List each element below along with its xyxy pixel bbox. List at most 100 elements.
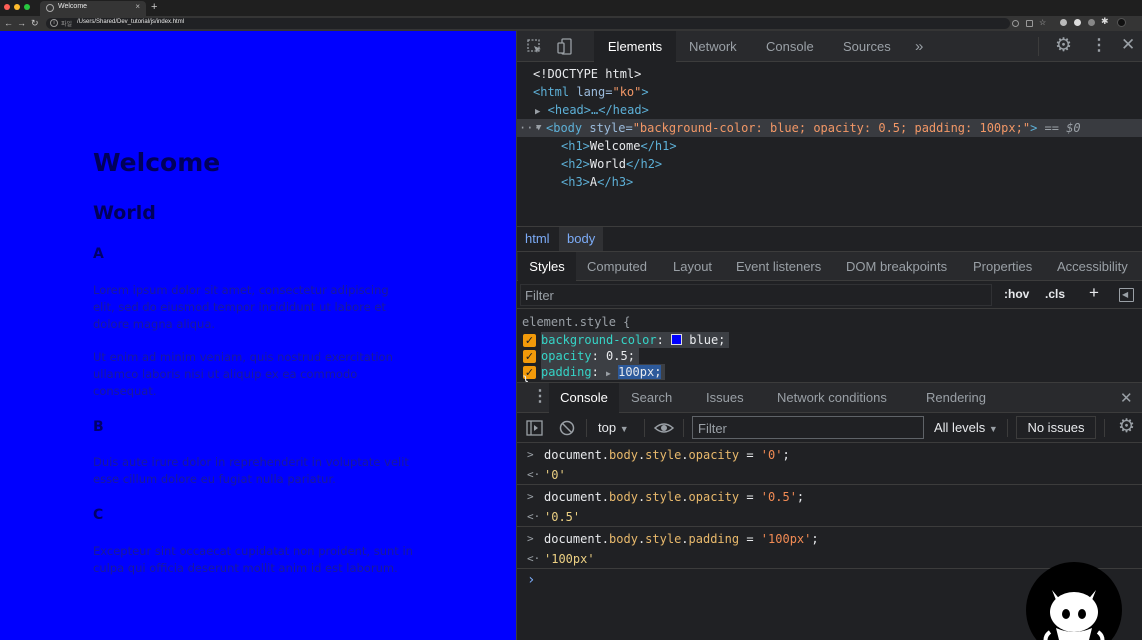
info-icon[interactable]: i: [50, 19, 58, 27]
zoom-icon[interactable]: [1012, 20, 1019, 27]
dom-node-doctype[interactable]: <!DOCTYPE html>: [533, 65, 1142, 83]
clear-console-icon[interactable]: [559, 420, 575, 436]
toggle-sidebar-icon[interactable]: ◀: [1119, 288, 1134, 302]
more-tabs-icon[interactable]: »: [915, 31, 923, 62]
drawer-tab-network-conditions[interactable]: Network conditions: [777, 383, 887, 413]
drawer-tab-search[interactable]: Search: [631, 383, 672, 413]
tab-sources[interactable]: Sources: [843, 31, 891, 62]
property-checkbox[interactable]: ✓: [523, 334, 536, 347]
log-levels-dropdown[interactable]: All levels ▼: [934, 420, 998, 435]
device-toolbar-icon[interactable]: [557, 38, 573, 55]
h2-text: World: [589, 157, 627, 171]
tab-network[interactable]: Network: [689, 31, 737, 62]
tab-event-listeners[interactable]: Event listeners: [736, 252, 821, 281]
tab-console[interactable]: Console: [766, 31, 814, 62]
puzzle-icon[interactable]: ✱: [1101, 16, 1109, 27]
eye-icon[interactable]: [654, 421, 674, 435]
minimize-window-button[interactable]: [14, 4, 20, 10]
url-scheme-label: 파일: [61, 22, 73, 28]
dom-node-html[interactable]: <html lang="ko">: [533, 83, 1142, 101]
input-prompt-icon: >: [527, 532, 534, 545]
code-object: document.: [544, 490, 610, 504]
console-input-row[interactable]: > document.body.style.opacity = '0.5';: [517, 487, 1142, 507]
close-window-button[interactable]: [4, 4, 10, 10]
extension-icon[interactable]: [1060, 19, 1067, 26]
new-rule-button[interactable]: +: [1089, 283, 1099, 303]
property-checkbox[interactable]: ✓: [523, 350, 536, 363]
code-property: style: [645, 532, 682, 546]
tab-properties[interactable]: Properties: [973, 252, 1032, 281]
browser-tab[interactable]: Welcome ×: [40, 1, 146, 16]
gear-icon[interactable]: ⚙: [1055, 34, 1072, 57]
code-object: document.: [544, 532, 610, 546]
styles-filter-placeholder: Filter: [525, 288, 554, 303]
tab-elements[interactable]: Elements: [594, 31, 676, 62]
console-filter-input[interactable]: Filter: [692, 416, 924, 439]
property-name: opacity: [541, 349, 592, 363]
code-operator: =: [739, 448, 761, 462]
h1-text: Welcome: [589, 139, 641, 153]
html-tag-end: >: [641, 85, 649, 99]
dom-node-h2[interactable]: <h2>World</h2>: [561, 155, 1142, 173]
tab-dom-breakpoints[interactable]: DOM breakpoints: [846, 252, 947, 281]
tab-layout[interactable]: Layout: [673, 252, 712, 281]
close-drawer-icon[interactable]: ✕: [1120, 389, 1133, 407]
html-attr-name: lang=: [569, 85, 613, 99]
property-value[interactable]: 100px;: [618, 365, 662, 379]
doctype-text: <!DOCTYPE html>: [533, 67, 642, 81]
code-object: document.: [544, 448, 610, 462]
drawer-tab-console[interactable]: Console: [549, 383, 619, 413]
devtools-main-toolbar: Elements Network Console Sources » ⚙ ⋮ ✕: [517, 31, 1142, 62]
tab-accessibility[interactable]: Accessibility: [1057, 252, 1128, 281]
dom-node-h3[interactable]: <h3>A</h3>: [561, 173, 1142, 191]
console-input-row[interactable]: > document.body.style.padding = '100px';: [517, 529, 1142, 549]
console-sidebar-icon[interactable]: [526, 420, 543, 436]
url-input[interactable]: i 파일 /Users/Shared/Dev_tutorial/js/index…: [46, 18, 1046, 29]
zoom-window-button[interactable]: [24, 4, 30, 10]
color-swatch[interactable]: [671, 334, 683, 345]
tab-styles[interactable]: Styles: [518, 252, 576, 281]
chevron-down-icon: ▼: [619, 424, 629, 434]
breadcrumb-body[interactable]: body: [559, 227, 604, 251]
drawer-menu-icon[interactable]: ⋮: [532, 386, 548, 406]
new-tab-button[interactable]: +: [151, 1, 157, 13]
dom-node-body-selected[interactable]: ··· ▼ <body style="background-color: blu…: [517, 119, 1142, 137]
styles-filter-input[interactable]: Filter: [520, 284, 992, 306]
console-toolbar: top ▼ Filter All levels ▼ No issues ⚙: [517, 413, 1142, 443]
reload-button[interactable]: ↻: [31, 17, 39, 29]
class-toggle[interactable]: .cls: [1045, 287, 1065, 301]
expand-shorthand-icon[interactable]: ▶: [606, 369, 611, 378]
drawer-tab-rendering[interactable]: Rendering: [926, 383, 986, 413]
profile-avatar[interactable]: [1117, 18, 1126, 27]
close-tab-icon[interactable]: ×: [135, 2, 140, 11]
issues-button[interactable]: No issues: [1016, 416, 1096, 439]
code-property: opacity: [688, 490, 740, 504]
share-icon[interactable]: [1026, 20, 1033, 27]
bookmark-star-icon[interactable]: ☆: [1039, 18, 1046, 27]
page-heading-a: A: [93, 246, 104, 262]
back-button[interactable]: ←: [4, 17, 13, 29]
style-property-padding[interactable]: padding: ▶ 100px;: [541, 364, 666, 380]
extension-icon-2[interactable]: [1088, 19, 1095, 26]
console-input-row[interactable]: > document.body.style.opacity = '0';: [517, 445, 1142, 465]
collapse-triangle-icon[interactable]: ▼: [536, 119, 541, 137]
hover-state-toggle[interactable]: :hov: [1004, 287, 1029, 301]
expand-triangle-icon[interactable]: ▶: [535, 107, 540, 117]
style-property-opacity[interactable]: opacity: 0.5;: [541, 348, 639, 364]
inspect-element-icon[interactable]: [527, 39, 543, 55]
drawer-tab-issues[interactable]: Issues: [706, 383, 744, 413]
console-settings-gear-icon[interactable]: ⚙: [1118, 415, 1135, 438]
code-dot: .: [681, 532, 689, 546]
close-devtools-icon[interactable]: ✕: [1121, 35, 1135, 55]
dom-node-head[interactable]: ▶ <head>…</head>: [535, 101, 1142, 119]
dom-node-h1[interactable]: <h1>Welcome</h1>: [561, 137, 1142, 155]
breadcrumb-html[interactable]: html: [517, 227, 558, 251]
style-property-background-color[interactable]: background-color: blue;: [541, 332, 730, 348]
context-selector[interactable]: top ▼: [598, 420, 629, 435]
forward-button[interactable]: →: [17, 17, 26, 29]
extension-gear-icon[interactable]: [1074, 19, 1081, 26]
code-semicolon: ;: [796, 490, 805, 504]
code-property: body: [609, 448, 638, 462]
tab-computed[interactable]: Computed: [587, 252, 647, 281]
kebab-menu-icon[interactable]: ⋮: [1091, 35, 1107, 55]
